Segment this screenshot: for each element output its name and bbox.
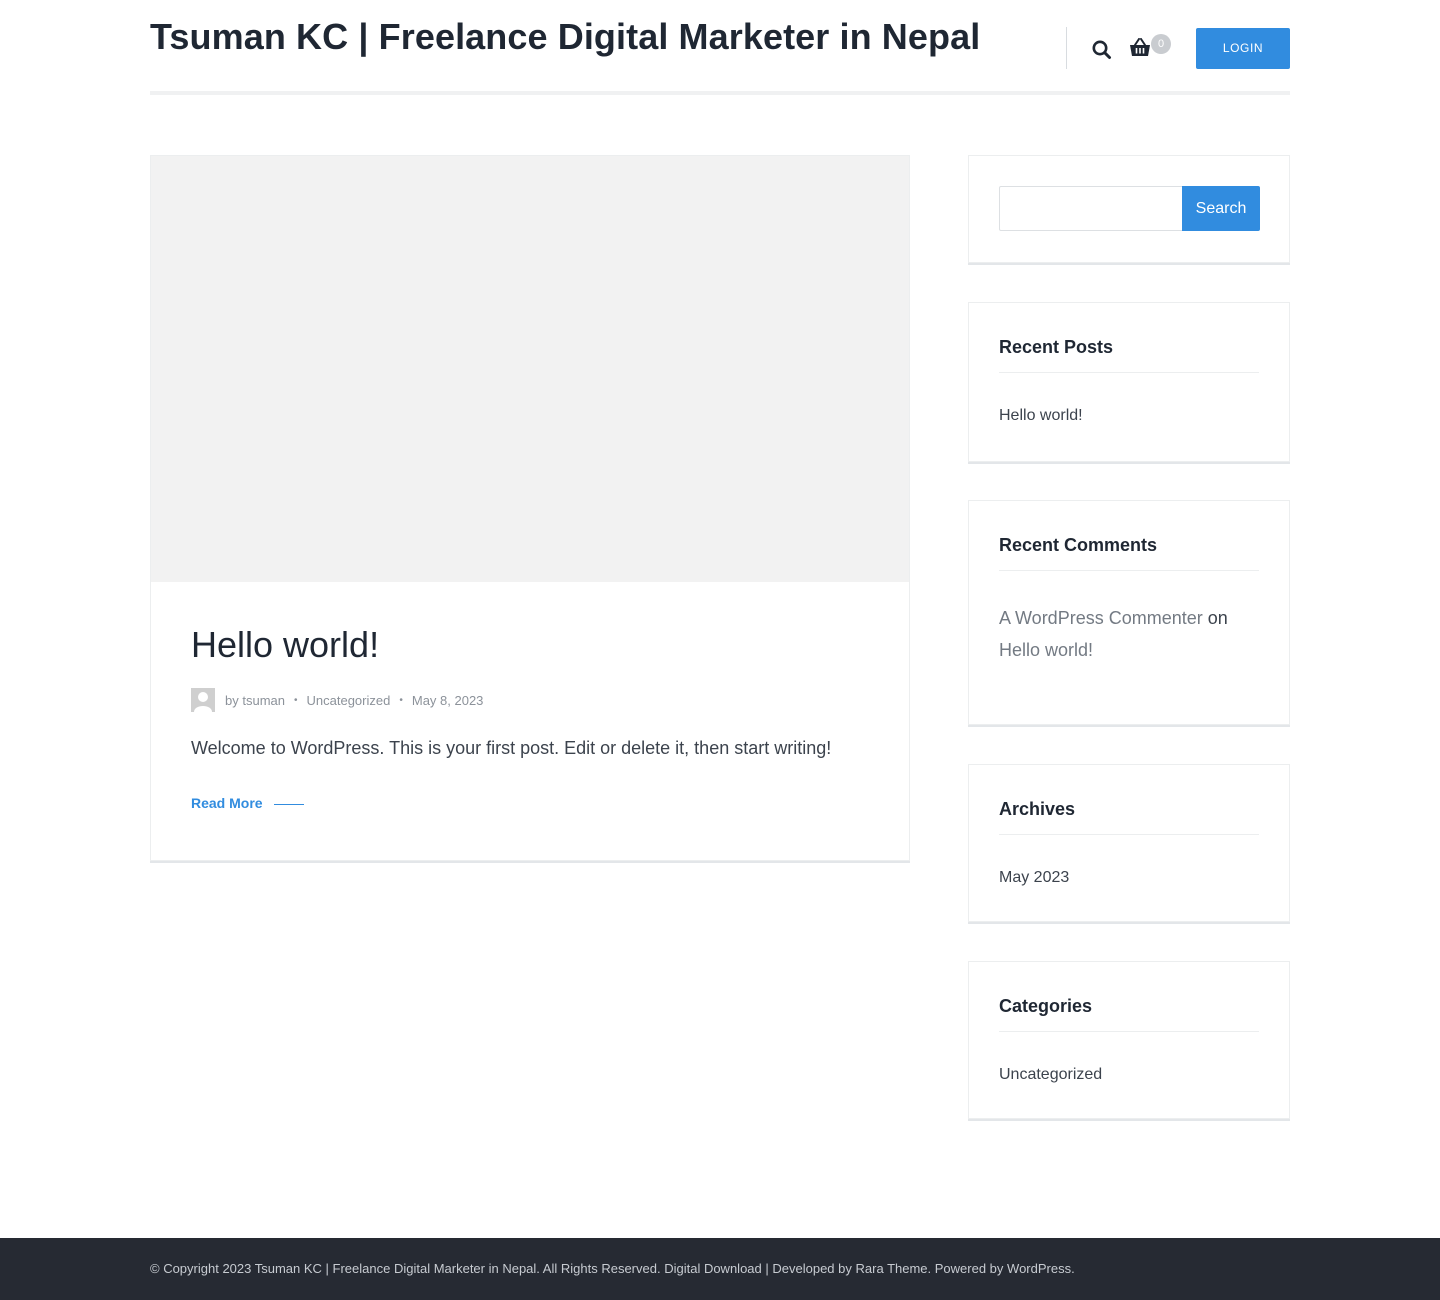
search-widget: Search [968,155,1290,263]
post-meta-by: by [225,692,239,708]
footer-copyright: © Copyright 2023 Tsuman KC | Freelance D… [150,1261,1075,1276]
recent-comment: A WordPress Commenter on Hello world! [999,602,1269,666]
post-card: Hello world! by tsuman • Uncategorized •… [150,155,910,861]
basket-icon [1130,38,1150,56]
category-link[interactable]: Uncategorized [999,1066,1102,1084]
site-title[interactable]: Tsuman KC | Freelance Digital Marketer i… [150,16,980,58]
post-date-link[interactable]: May 8, 2023 [412,693,484,708]
site-footer: © Copyright 2023 Tsuman KC | Freelance D… [0,1238,1440,1300]
recent-posts-widget: Recent Posts Hello world! [968,302,1290,462]
cart-count-badge: 0 [1151,34,1171,54]
recent-comments-title: Recent Comments [999,535,1158,555]
sidebar-search-input[interactable] [999,186,1183,231]
recent-post-link[interactable]: Hello world! [999,407,1083,425]
header-rule [150,91,1290,95]
sidebar-search-button[interactable]: Search [1182,186,1260,231]
widget-rule [999,834,1259,835]
read-more-label: Read More [191,795,263,811]
developed-by-text: | Developed by [765,1261,852,1276]
cart-button[interactable]: 0 [1129,34,1173,64]
widget-rule [999,570,1259,571]
footer-theme-link[interactable]: Digital Download [664,1261,762,1276]
post-title[interactable]: Hello world! [191,624,379,666]
copyright-text: © Copyright 2023 [150,1261,252,1276]
footer-wordpress-link[interactable]: WordPress [1007,1261,1071,1276]
read-more-link[interactable]: Read More [191,795,304,811]
rights-text: . All Rights Reserved. [536,1261,661,1276]
meta-separator: • [399,694,403,706]
widget-rule [999,372,1259,373]
comment-on-text: on [1207,608,1228,628]
comment-author-link[interactable]: A WordPress Commenter [999,608,1203,628]
post-featured-image[interactable] [151,156,909,582]
header-search-button[interactable] [1090,38,1114,62]
archive-link[interactable]: May 2023 [999,869,1069,887]
recent-posts-title: Recent Posts [999,337,1114,357]
avatar-icon [191,688,215,712]
comment-post-link[interactable]: Hello world! [999,640,1093,660]
categories-title: Categories [999,996,1093,1016]
header-divider [1066,27,1067,69]
footer-site-link[interactable]: Tsuman KC | Freelance Digital Marketer i… [255,1261,537,1276]
archives-title: Archives [999,799,1076,819]
post-excerpt: Welcome to WordPress. This is your first… [191,738,832,758]
search-icon [1092,40,1111,59]
widget-rule [999,1031,1259,1032]
post-category-link[interactable]: Uncategorized [307,693,391,708]
login-button[interactable]: LOGIN [1196,28,1290,69]
powered-by-text: . Powered by [927,1261,1004,1276]
post-meta: by tsuman • Uncategorized • May 8, 2023 [191,688,483,712]
read-more-line [273,804,304,805]
post-author-link[interactable]: tsuman [242,693,285,708]
recent-comments-widget: Recent Comments A WordPress Commenter on… [968,500,1290,725]
categories-widget: Categories Uncategorized [968,961,1290,1119]
archives-widget: Archives May 2023 [968,764,1290,922]
meta-separator: • [294,694,298,706]
footer-end: . [1071,1261,1075,1276]
site-header: Tsuman KC | Freelance Digital Marketer i… [150,0,1290,96]
footer-developer-link[interactable]: Rara Theme [856,1261,928,1276]
